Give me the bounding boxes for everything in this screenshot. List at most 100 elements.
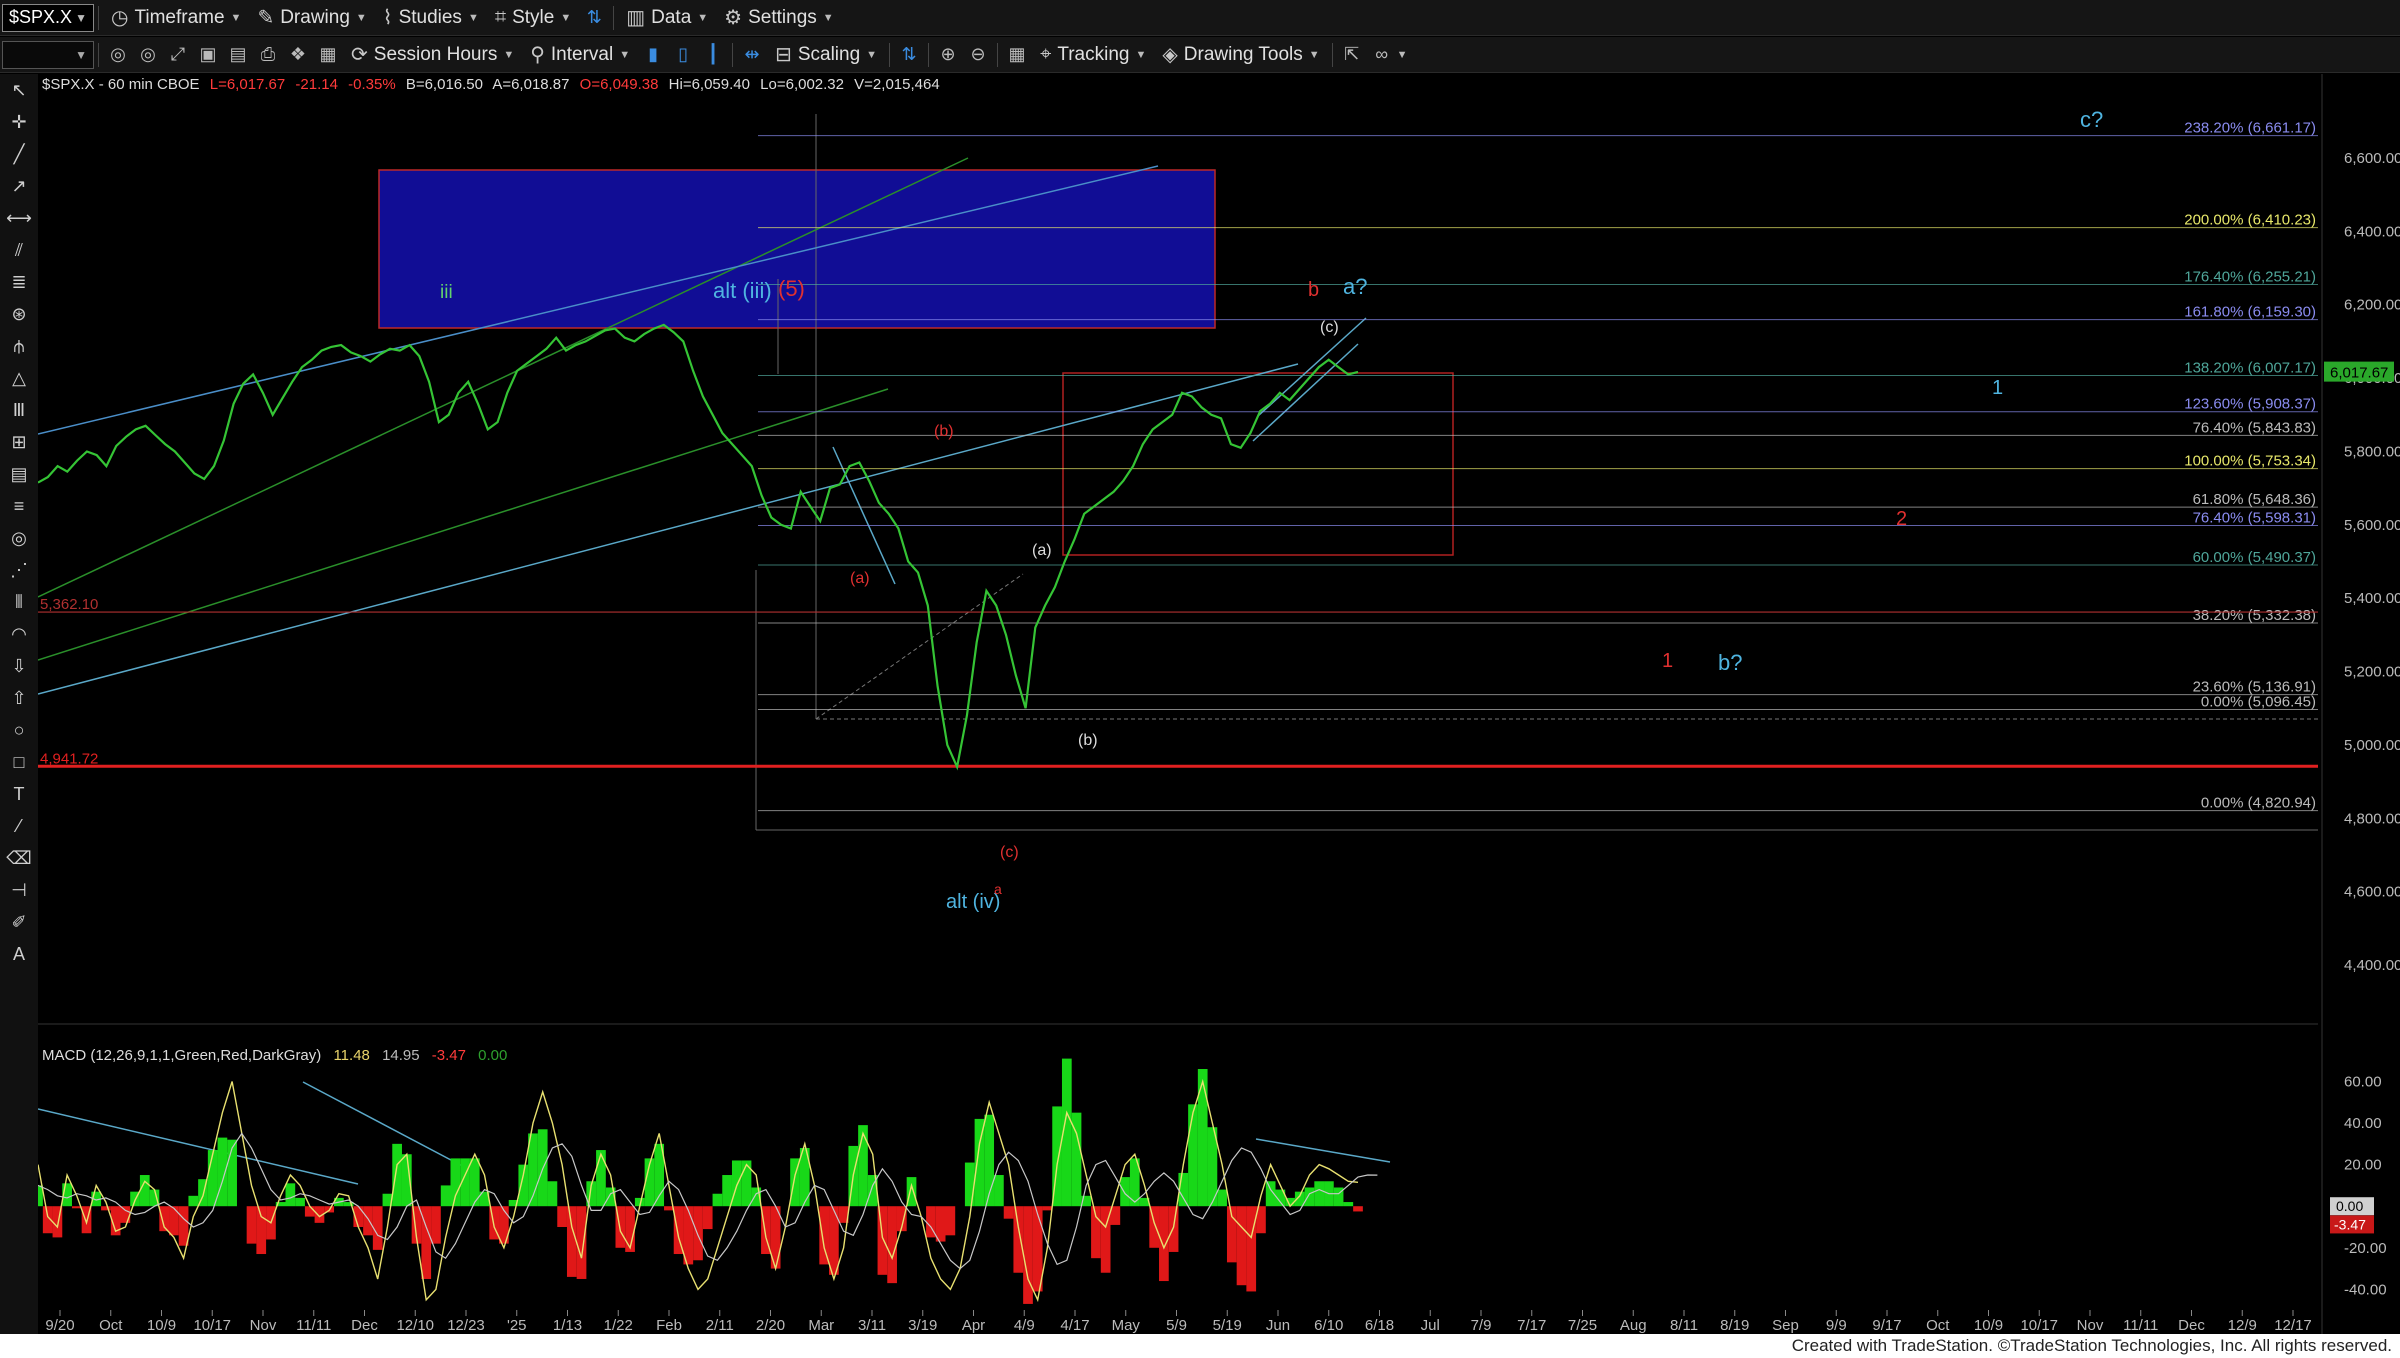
time-tick-label: Apr — [962, 1317, 985, 1334]
sync-scale-icon[interactable]: ⇅ — [894, 40, 924, 70]
time-tick-label: 5/9 — [1166, 1317, 1187, 1334]
fib-extension-icon[interactable]: ⊞ — [0, 426, 38, 458]
text-box-icon[interactable]: A — [0, 938, 38, 970]
time-tick-label: 3/11 — [858, 1317, 886, 1334]
time-tick-label: 12/10 — [396, 1317, 434, 1334]
data-button[interactable]: ▥ Data ▼ — [618, 3, 716, 33]
expand-icon[interactable]: ⤢ — [163, 40, 193, 70]
crosshair-tool-icon[interactable]: ✛ — [0, 106, 38, 138]
link-icon[interactable]: ◎ — [133, 40, 163, 70]
spacing-icon[interactable]: ⇹ — [737, 40, 767, 70]
bars-icon[interactable]: Ⅲ — [0, 394, 38, 426]
drawing-button[interactable]: ✎ Drawing ▼ — [249, 3, 374, 33]
triangle-icon[interactable]: △ — [0, 362, 38, 394]
fib-icon[interactable]: ≣ — [0, 266, 38, 298]
caret-down-icon[interactable]: ▼ — [1397, 49, 1408, 61]
style-button[interactable]: ⌗ Style ▼ — [487, 3, 579, 33]
trendline-icon[interactable]: ╱ — [0, 138, 38, 170]
grid-icon[interactable]: ▦ — [313, 40, 343, 70]
channel-icon[interactable]: ⫽ — [0, 234, 38, 266]
macd-histogram-bar — [1236, 1206, 1247, 1286]
toolbar-divider — [1331, 42, 1333, 67]
macd-histogram-bar — [1217, 1189, 1227, 1207]
candle-type-icon[interactable]: ▯ — [668, 40, 698, 70]
price-tick-label: 4,600.00 — [2344, 884, 2400, 901]
macd-histogram-bar — [945, 1206, 956, 1236]
fib-time-icon[interactable]: ▤ — [0, 458, 38, 490]
horizontal-line-icon[interactable]: ⟷ — [0, 202, 38, 234]
layout-toggle-icon[interactable]: ⇅ — [579, 3, 609, 33]
arc-icon[interactable]: ◠ — [0, 618, 38, 650]
save-icon[interactable]: ▣ — [193, 40, 223, 70]
scaling-button[interactable]: ⊟ Scaling ▼ — [767, 40, 885, 70]
style-icon: ⌗ — [494, 6, 507, 28]
tracking-button[interactable]: ⌖ Tracking ▼ — [1032, 40, 1154, 70]
time-tick-label: 3/19 — [908, 1317, 937, 1334]
bar-type-icon[interactable]: ▮ — [638, 40, 668, 70]
ellipse-icon[interactable]: ○ — [0, 714, 38, 746]
price-chart[interactable]: $SPX.X - 60 min CBOE L=6,017.67 -21.14 -… — [38, 74, 2400, 1334]
macd-value: 11.48 — [333, 1047, 369, 1064]
macd-label: MACD (12,26,9,1,1,Green,Red,DarkGray) — [42, 1047, 321, 1064]
fib-label: 123.60% (5,908.37) — [2184, 396, 2316, 413]
period-lines-icon[interactable]: ⦀ — [0, 586, 38, 618]
rectangle-icon[interactable]: □ — [0, 746, 38, 778]
interval-button[interactable]: ⚲ Interval ▼ — [522, 40, 638, 70]
macd-histogram-bar — [1168, 1206, 1179, 1252]
pitchfork-icon[interactable]: ⫛ — [0, 330, 38, 362]
macd-histogram-bar — [1149, 1206, 1160, 1248]
ray-icon[interactable]: ↗ — [0, 170, 38, 202]
text-icon[interactable]: T — [0, 778, 38, 810]
arrow-down-icon[interactable]: ⇩ — [0, 650, 38, 682]
fib-label: 176.40% (6,255.21) — [2184, 268, 2316, 285]
print-icon[interactable]: ⎙ — [253, 40, 283, 70]
gann-icon[interactable]: ⊛ — [0, 298, 38, 330]
pointer-icon[interactable]: ↖ — [0, 74, 38, 106]
macd-histogram-bar — [392, 1143, 402, 1207]
grid-toggle-icon[interactable]: ▦ — [1002, 40, 1032, 70]
target-zone-box[interactable] — [378, 169, 1216, 329]
fib-label: 100.00% (5,753.34) — [2184, 453, 2316, 470]
line-type-icon[interactable]: ┃ — [698, 40, 728, 70]
export-icon[interactable]: ⇱ — [1337, 40, 1367, 70]
secondary-toolbar: ▼ ◎ ◎ ⤢ ▣ ▤ ⎙ ❖ ▦ ⟳ Session Hours ▼ ⚲ Inter… — [0, 37, 2400, 73]
zoom-in-icon[interactable]: ⊕ — [933, 40, 963, 70]
last-price-label: 6,017.67 — [2330, 365, 2388, 382]
time-tick-label: 10/9 — [147, 1317, 176, 1334]
macd-histogram-bar — [440, 1185, 451, 1207]
group-icon[interactable]: ❖ — [283, 40, 313, 70]
pencil-draw-icon[interactable]: ⁄ — [0, 810, 38, 842]
session-hours-button[interactable]: ⟳ Session Hours ▼ — [343, 40, 522, 70]
levels-icon[interactable]: ≡ — [0, 490, 38, 522]
macd-histogram-bar — [1013, 1206, 1024, 1273]
macd-tick-label: 40.00 — [2344, 1115, 2382, 1132]
timeframe-button[interactable]: ◷ Timeframe ▼ — [103, 3, 249, 33]
wave-label: alt (iv) — [946, 891, 1000, 913]
cycle-tool-icon[interactable]: ◎ — [0, 522, 38, 554]
cycle-icon[interactable]: ◎ — [103, 40, 133, 70]
chart-properties-icon[interactable]: ▤ — [223, 40, 253, 70]
eraser-icon[interactable]: ⌫ — [0, 842, 38, 874]
fib-label: 38.20% (5,332.38) — [2193, 607, 2316, 624]
symbol-selector[interactable]: $SPX.X ▼ — [2, 3, 94, 32]
wave-label: a — [994, 881, 1002, 897]
time-tick-label: 12/23 — [447, 1317, 485, 1334]
settings-button[interactable]: ⚙ Settings ▼ — [716, 3, 841, 33]
price-tick-label: 6,600.00 — [2344, 150, 2400, 167]
macd-histogram-bar — [557, 1206, 567, 1227]
brush-icon[interactable]: ✐ — [0, 906, 38, 938]
magnet-icon[interactable]: ⊣ — [0, 874, 38, 906]
toolbar-divider — [928, 42, 930, 67]
macd-histogram-bar — [858, 1125, 868, 1207]
caret-down-icon: ▼ — [1308, 48, 1320, 61]
studies-button[interactable]: ⌇ Studies ▼ — [375, 3, 487, 33]
zoom-out-icon[interactable]: ⊖ — [963, 40, 993, 70]
link-chain-icon[interactable]: ∞ — [1367, 40, 1397, 70]
macd-histogram-bar — [372, 1206, 383, 1250]
fib-label: 161.80% (6,159.30) — [2184, 304, 2316, 321]
drawing-tools-button[interactable]: ◈ Drawing Tools ▼ — [1154, 40, 1327, 70]
speed-lines-icon[interactable]: ⋰ — [0, 554, 38, 586]
chevron-down-icon: ▼ — [75, 47, 87, 62]
workspace-selector[interactable]: ▼ — [2, 40, 94, 69]
arrow-up-icon[interactable]: ⇧ — [0, 682, 38, 714]
